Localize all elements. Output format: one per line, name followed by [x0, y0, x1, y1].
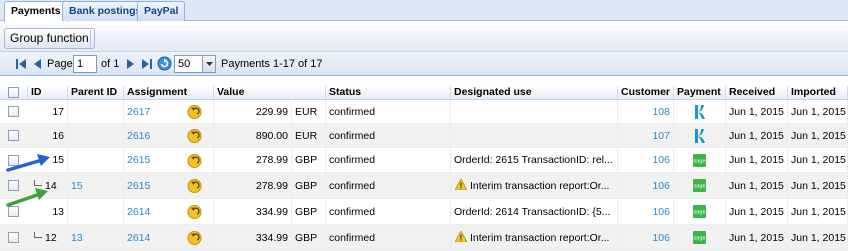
green-arrow-annotation [6, 188, 48, 207]
annotation-overlay [6, 154, 50, 207]
blue-arrow-annotation [6, 154, 50, 172]
